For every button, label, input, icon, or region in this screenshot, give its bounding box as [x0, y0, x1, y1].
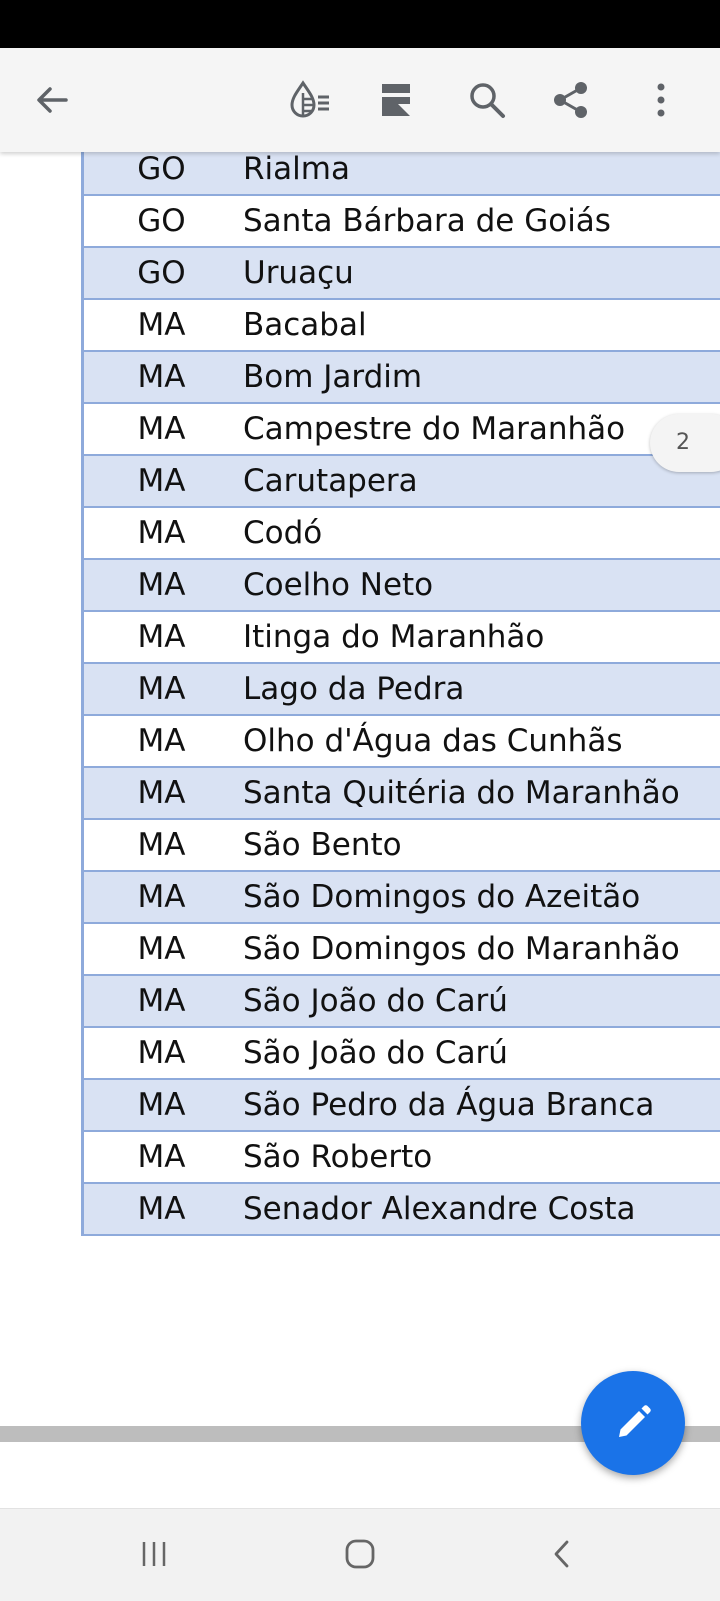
reading-mode-icon [382, 84, 410, 116]
city-cell: Bacabal [243, 307, 367, 343]
recent-apps-button[interactable] [124, 1529, 184, 1579]
search-button[interactable] [462, 75, 512, 125]
city-cell: Lago da Pedra [243, 671, 465, 707]
city-cell: São Bento [243, 827, 402, 863]
more-options-button[interactable] [636, 75, 686, 125]
state-cell: MA [137, 463, 186, 499]
table-row: GO Uruaçu [84, 248, 720, 300]
city-cell: Codó [243, 515, 323, 551]
state-cell: GO [137, 152, 186, 187]
ink-drop-icon [290, 80, 329, 118]
table-row: MA São Domingos do Azeitão [84, 872, 720, 924]
city-cell: São João do Carú [243, 1035, 508, 1071]
table-row: MA São Domingos do Maranhão [84, 924, 720, 976]
city-cell: Senador Alexandre Costa [243, 1191, 636, 1227]
state-cell: MA [137, 931, 186, 967]
share-button[interactable] [546, 75, 596, 125]
state-cell: MA [137, 515, 186, 551]
system-nav-bar [0, 1508, 720, 1601]
table-row: MA Carutapera [84, 456, 720, 508]
table-row: MA Codó [84, 508, 720, 560]
edit-pencil-icon [619, 1405, 651, 1437]
state-cell: GO [137, 255, 186, 291]
city-cell: São Domingos do Maranhão [243, 931, 680, 967]
city-cell: Olho d'Água das Cunhãs [243, 723, 623, 759]
page-indicator[interactable]: 2 [650, 414, 720, 472]
page-number: 2 [676, 430, 690, 455]
table-row: MA Senador Alexandre Costa [84, 1184, 720, 1236]
city-cell: Uruaçu [243, 255, 354, 291]
state-cell: MA [137, 723, 186, 759]
arrow-back-icon [37, 87, 68, 113]
back-button[interactable] [27, 75, 77, 125]
table-row: MA Bom Jardim [84, 352, 720, 404]
city-cell: Campestre do Maranhão [243, 411, 626, 447]
home-button[interactable] [330, 1529, 390, 1579]
city-cell: Carutapera [243, 463, 418, 499]
status-bar [0, 0, 720, 48]
state-cell: MA [137, 1087, 186, 1123]
table-row: MA Coelho Neto [84, 560, 720, 612]
ink-drop-button[interactable] [284, 75, 334, 125]
table-row: MA Santa Quitéria do Maranhão [84, 768, 720, 820]
state-cell: MA [137, 671, 186, 707]
state-cell: MA [137, 983, 186, 1019]
top-toolbar [0, 48, 720, 152]
more-vert-icon [657, 83, 665, 117]
nav-back-button[interactable] [532, 1529, 592, 1579]
state-cell: MA [137, 567, 186, 603]
table-row: MA Bacabal [84, 300, 720, 352]
city-cell: Coelho Neto [243, 567, 434, 603]
search-icon [470, 83, 505, 118]
city-cell: São Domingos do Azeitão [243, 879, 641, 915]
table-row: GO Rialma [84, 152, 720, 196]
state-cell: MA [137, 775, 186, 811]
table-row: GO Santa Bárbara de Goiás [84, 196, 720, 248]
table-row: MA Olho d'Água das Cunhãs [84, 716, 720, 768]
state-cell: MA [137, 307, 186, 343]
state-cell: MA [137, 411, 186, 447]
city-cell: Itinga do Maranhão [243, 619, 545, 655]
state-cell: MA [137, 619, 186, 655]
table-row: MA Campestre do Maranhão [84, 404, 720, 456]
state-cell: MA [137, 827, 186, 863]
table-row: MA Lago da Pedra [84, 664, 720, 716]
city-cell: Santa Quitéria do Maranhão [243, 775, 680, 811]
state-cell: MA [137, 1139, 186, 1175]
table-row: MA São Roberto [84, 1132, 720, 1184]
reading-mode-button[interactable] [371, 75, 421, 125]
recent-apps-icon [142, 1542, 166, 1566]
edit-button[interactable] [581, 1371, 685, 1475]
table-row: MA São João do Carú [84, 976, 720, 1028]
table-row: MA São Pedro da Água Branca [84, 1080, 720, 1132]
nav-back-icon [554, 1540, 569, 1568]
document-page[interactable]: GO Rialma GO Santa Bárbara de Goiás GO Uruaçu… [0, 152, 720, 1432]
table-row: MA São Bento [84, 820, 720, 872]
state-cell: MA [137, 1191, 186, 1227]
state-cell: MA [137, 1035, 186, 1071]
state-cell: GO [137, 203, 186, 239]
table-row: MA São João do Carú [84, 1028, 720, 1080]
city-cell: Rialma [243, 152, 350, 187]
share-icon [554, 82, 587, 118]
state-cell: MA [137, 359, 186, 395]
table-row: MA Itinga do Maranhão [84, 612, 720, 664]
city-cell: São João do Carú [243, 983, 508, 1019]
state-cell: MA [137, 879, 186, 915]
city-cell: Bom Jardim [243, 359, 423, 395]
city-table: GO Rialma GO Santa Bárbara de Goiás GO Uruaçu… [81, 152, 720, 1236]
home-icon [345, 1539, 375, 1569]
city-cell: São Roberto [243, 1139, 433, 1175]
city-cell: São Pedro da Água Branca [243, 1087, 655, 1123]
city-cell: Santa Bárbara de Goiás [243, 203, 611, 239]
